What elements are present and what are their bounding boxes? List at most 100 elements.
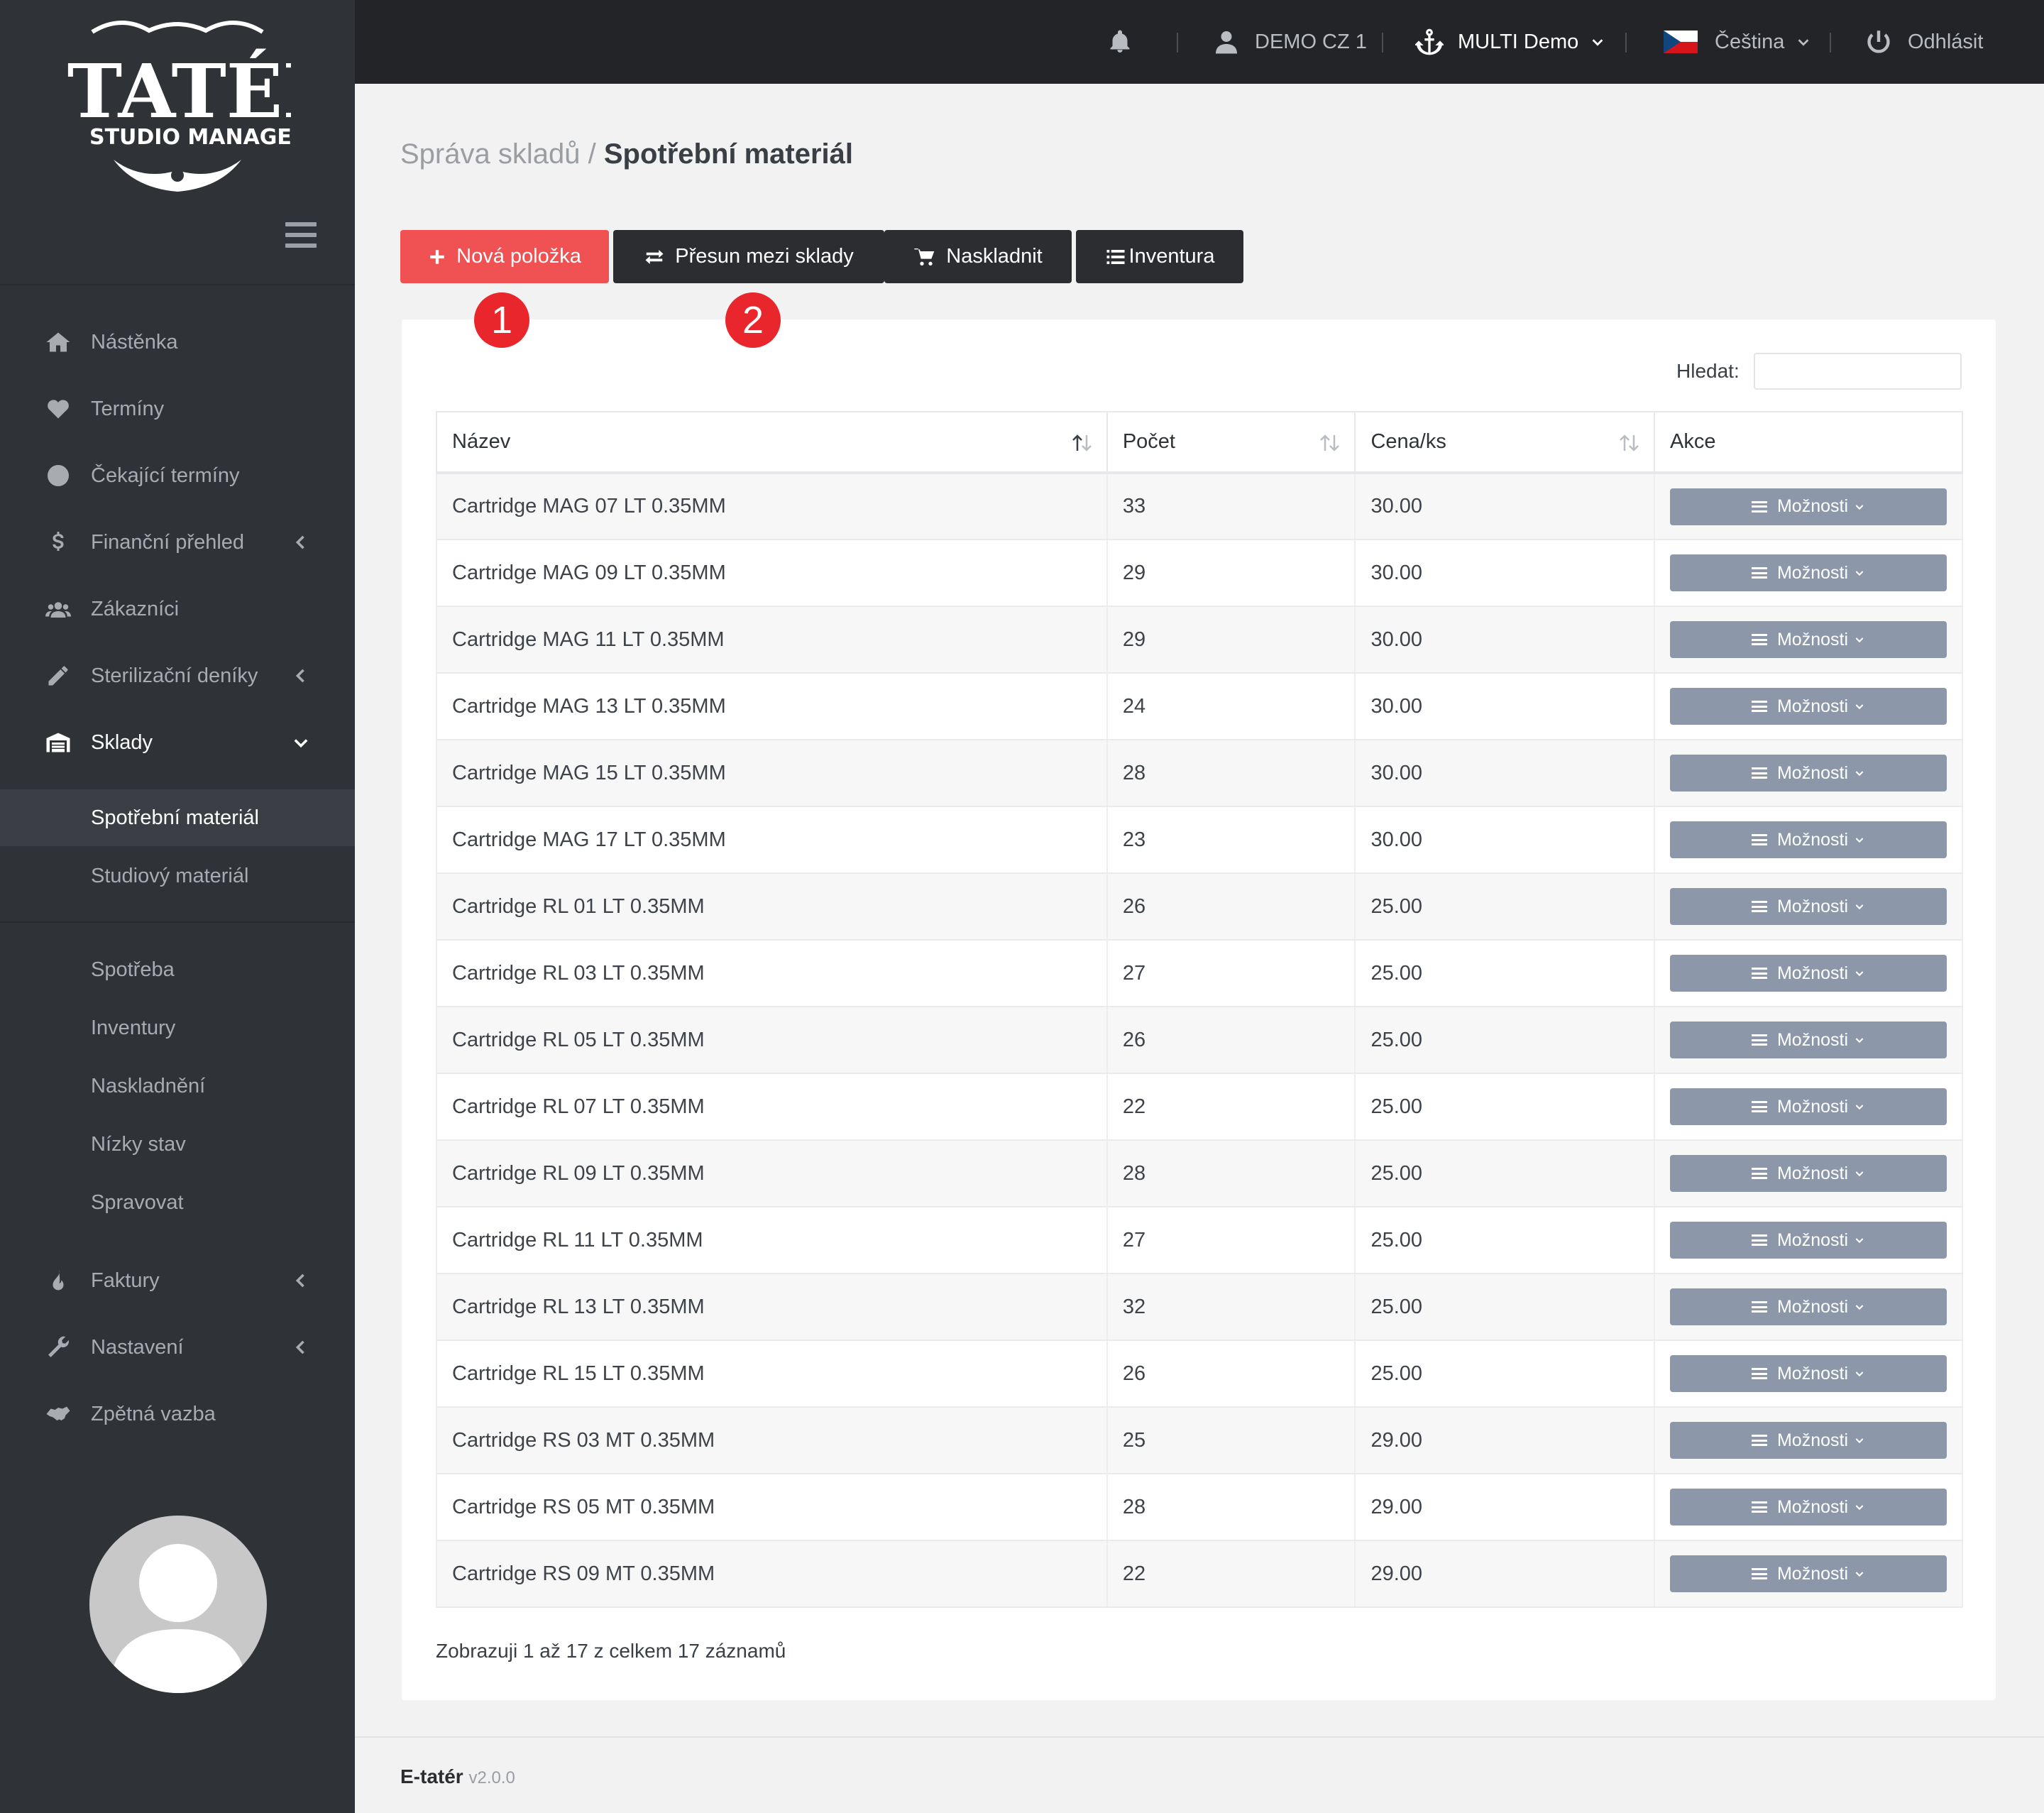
sidebar-subitem-label: Spotřební materiál — [91, 806, 259, 829]
options-button[interactable]: Možnosti — [1670, 1222, 1947, 1259]
cell-actions: Možnosti — [1654, 1340, 1963, 1408]
search-label: Hledat: — [1676, 360, 1740, 382]
cell-price: 25.00 — [1354, 1073, 1655, 1141]
sidebar-subitem-studio-material[interactable]: Studiový materiál — [0, 848, 355, 904]
menu-icon — [1751, 1234, 1767, 1246]
cell-actions: Možnosti — [1654, 873, 1963, 941]
studio-selector[interactable]: MULTI Demo — [1415, 0, 1605, 84]
options-button[interactable]: Možnosti — [1670, 1355, 1947, 1392]
options-button[interactable]: Možnosti — [1670, 1422, 1947, 1459]
language-name: Čeština — [1715, 30, 1785, 53]
options-button[interactable]: Možnosti — [1670, 1489, 1947, 1526]
czech-flag-icon — [1664, 31, 1698, 53]
sidebar-subitem-manage[interactable]: Spravovat — [0, 1174, 355, 1231]
options-label: Možnosti — [1776, 896, 1849, 916]
options-button[interactable]: Možnosti — [1670, 1155, 1947, 1192]
sidebar-item-label: Sterilizační deníky — [91, 664, 258, 687]
column-header-count[interactable]: Počet — [1106, 411, 1356, 474]
menu-toggle-icon[interactable] — [285, 222, 317, 248]
topbar-separator — [1830, 33, 1831, 53]
chevron-down-icon — [1855, 504, 1864, 510]
breadcrumb-parent[interactable]: Správa skladů / — [400, 138, 596, 170]
sidebar-subitem-restocking[interactable]: Naskladnění — [0, 1058, 355, 1114]
app-logo[interactable]: ETATÉR STUDIO MANAGER — [11, 18, 345, 195]
options-button[interactable]: Možnosti — [1670, 1555, 1947, 1592]
sidebar-item-label: Zákazníci — [91, 597, 180, 620]
home-icon — [44, 328, 72, 356]
sidebar-subitem-label: Spravovat — [91, 1190, 184, 1214]
sidebar-item-dashboard[interactable]: Nástěnka — [0, 314, 355, 371]
fire-icon — [44, 1266, 72, 1295]
sidebar-subitem-consumables[interactable]: Spotřební materiál — [0, 789, 355, 846]
options-button[interactable]: Možnosti — [1670, 688, 1947, 725]
chevron-down-icon — [1855, 971, 1864, 977]
table-row: Cartridge RL 03 LT 0.35MM 27 25.00 Možnosti — [436, 940, 1963, 1007]
transfer-button[interactable]: Přesun mezi sklady — [613, 230, 884, 283]
footer-version: v2.0.0 — [468, 1768, 515, 1787]
sidebar-item-appointments[interactable]: Termíny — [0, 380, 355, 437]
cell-count: 26 — [1106, 1340, 1356, 1408]
restock-button[interactable]: Naskladnit — [884, 230, 1072, 283]
table-row: Cartridge RL 11 LT 0.35MM 27 25.00 Možnosti — [436, 1207, 1963, 1274]
sort-asc-icon — [1072, 434, 1092, 451]
sidebar-item-invoices[interactable]: Faktury — [0, 1252, 355, 1309]
logout-button[interactable]: Odhlásit — [1865, 0, 1983, 84]
search-input[interactable] — [1754, 353, 1962, 390]
chevron-down-icon — [1855, 1305, 1864, 1310]
table-row: Cartridge MAG 17 LT 0.35MM 23 30.00 Možnost… — [436, 806, 1963, 874]
sidebar-subitem-consumption[interactable]: Spotřeba — [0, 941, 355, 998]
user-menu[interactable]: DEMO CZ 1 — [1214, 0, 1367, 84]
options-button[interactable]: Možnosti — [1670, 1288, 1947, 1325]
sidebar-item-sterilization[interactable]: Sterilizační deníky — [0, 647, 355, 704]
cell-price: 29.00 — [1354, 1474, 1655, 1541]
inventory-button[interactable]: Inventura — [1076, 230, 1243, 283]
notifications-button[interactable] — [1107, 0, 1133, 84]
sidebar-item-feedback[interactable]: Zpětná vazba — [0, 1386, 355, 1442]
column-header-price[interactable]: Cena/ks — [1354, 411, 1655, 474]
cell-actions: Možnosti — [1654, 1007, 1963, 1074]
options-button[interactable]: Možnosti — [1670, 554, 1947, 591]
sidebar-item-warehouses[interactable]: Sklady — [0, 714, 355, 771]
options-button[interactable]: Možnosti — [1670, 1021, 1947, 1058]
sidebar-subitem-inventories[interactable]: Inventury — [0, 999, 355, 1056]
cell-actions: Možnosti — [1654, 1274, 1963, 1341]
chevron-down-icon — [1855, 1438, 1864, 1444]
options-label: Možnosti — [1776, 1229, 1849, 1250]
cell-count: 28 — [1106, 1474, 1356, 1541]
cell-actions: Možnosti — [1654, 1474, 1963, 1541]
cell-name: Cartridge RS 03 MT 0.35MM — [436, 1407, 1108, 1474]
sort-icon — [1620, 434, 1639, 451]
menu-icon — [1751, 1301, 1767, 1313]
sidebar-item-customers[interactable]: Zákazníci — [0, 581, 355, 637]
sidebar-item-settings[interactable]: Nastavení — [0, 1319, 355, 1376]
sidebar-subitem-label: Nízky stav — [91, 1132, 186, 1156]
sidebar-subitem-low-stock[interactable]: Nízky stav — [0, 1116, 355, 1173]
options-button[interactable]: Možnosti — [1670, 488, 1947, 525]
cell-name: Cartridge MAG 07 LT 0.35MM — [436, 473, 1108, 540]
avatar[interactable] — [89, 1516, 267, 1693]
options-button[interactable]: Možnosti — [1670, 1088, 1947, 1125]
column-header-label: Počet — [1122, 430, 1175, 453]
sidebar-item-pending[interactable]: Čekající termíny — [0, 447, 355, 504]
new-item-button[interactable]: Nová položka — [400, 230, 609, 283]
sidebar-item-finance[interactable]: Finanční přehled — [0, 514, 355, 571]
user-icon — [1216, 31, 1237, 54]
table-row: Cartridge MAG 15 LT 0.35MM 28 30.00 Možnost… — [436, 740, 1963, 807]
cell-price: 25.00 — [1354, 1340, 1655, 1408]
language-selector[interactable]: Čeština — [1664, 0, 1811, 84]
cell-price: 30.00 — [1354, 473, 1655, 540]
cell-price: 30.00 — [1354, 806, 1655, 874]
options-button[interactable]: Možnosti — [1670, 821, 1947, 858]
options-button[interactable]: Možnosti — [1670, 955, 1947, 992]
column-header-name[interactable]: Název — [436, 411, 1108, 474]
sidebar-item-label: Finanční přehled — [91, 530, 245, 554]
cell-name: Cartridge RL 03 LT 0.35MM — [436, 940, 1108, 1007]
cell-name: Cartridge RL 01 LT 0.35MM — [436, 873, 1108, 941]
chevron-down-icon — [1855, 1171, 1864, 1177]
cell-name: Cartridge RL 15 LT 0.35MM — [436, 1340, 1108, 1408]
handshake-icon — [44, 1400, 72, 1428]
options-button[interactable]: Možnosti — [1670, 888, 1947, 925]
options-button[interactable]: Možnosti — [1670, 621, 1947, 658]
menu-icon — [1751, 968, 1767, 979]
options-button[interactable]: Možnosti — [1670, 755, 1947, 792]
